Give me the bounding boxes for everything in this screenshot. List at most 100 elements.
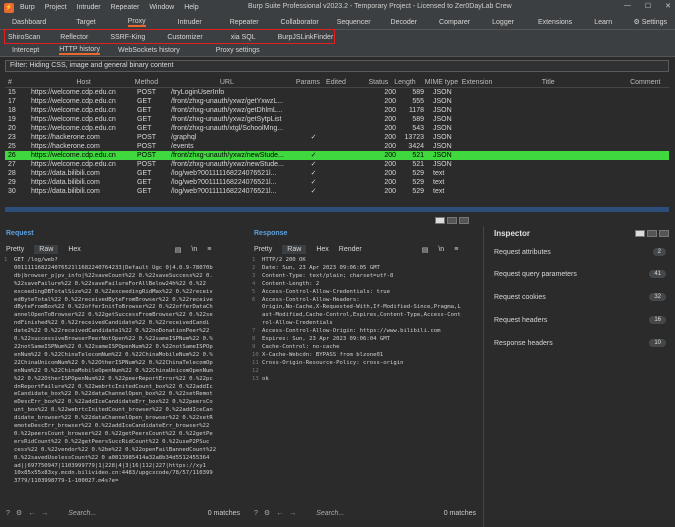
response-newline-toggle[interactable]: \n	[438, 246, 444, 253]
col-comment[interactable]: Comment	[600, 77, 669, 87]
col-host[interactable]: Host	[30, 77, 134, 87]
tab-logger[interactable]: Logger	[492, 19, 514, 26]
table-row[interactable]: 26 https://welcome.cdp.edu.cn POST/front/z…	[5, 151, 669, 160]
request-line-text: dByteFromBox%22 0.%22offerInitToBrowser%…	[14, 304, 213, 311]
table-scrollbar[interactable]	[5, 207, 669, 212]
settings-icon[interactable]: ⚙	[16, 509, 22, 517]
table-row[interactable]: 30 https://data.bilibili.com GET/log/web?0…	[5, 187, 669, 196]
response-menu-icon[interactable]: ▤	[422, 246, 429, 254]
tab-intruder[interactable]: Intruder	[178, 19, 202, 26]
tab-http-history[interactable]: HTTP history	[59, 46, 100, 55]
tab-ssrf-king[interactable]: SSRF-King	[110, 34, 145, 41]
table-cell: /front/zhxg-unauth/yxwz/getDhlmL...	[171, 107, 283, 114]
tab-learn[interactable]: Learn	[594, 19, 612, 26]
col-status[interactable]: Status	[358, 77, 393, 87]
tab-request-hex[interactable]: Hex	[68, 246, 80, 253]
help-icon[interactable]: ?	[254, 510, 258, 517]
tab-burpjslinkfinder[interactable]: BurpJSLinkFinder	[278, 34, 334, 41]
tab-extensions[interactable]: Extensions	[538, 19, 572, 26]
menu-window[interactable]: Window	[149, 4, 174, 11]
response-line: Origin,No-Cache,X-Requested-With,If-Modi…	[252, 304, 480, 312]
tab-dashboard[interactable]: Dashboard	[12, 19, 46, 26]
help-icon[interactable]: ?	[6, 510, 10, 517]
request-search-input[interactable]: Search...	[68, 510, 96, 517]
back-icon[interactable]: ←	[28, 510, 35, 517]
col-mime[interactable]: MIME type	[419, 77, 462, 87]
tab-response-hex[interactable]: Hex	[316, 246, 328, 253]
tab-request-pretty[interactable]: Pretty	[6, 246, 24, 253]
request-menu-icon[interactable]: ▤	[175, 246, 182, 254]
col-params[interactable]: Params	[296, 77, 320, 87]
request-newline-toggle[interactable]: \n	[191, 246, 197, 253]
table-row[interactable]: 29 https://data.bilibili.com GET/log/web?0…	[5, 178, 669, 187]
layout-toggle[interactable]	[435, 217, 469, 224]
inspector-row-label: Request cookies	[494, 293, 546, 301]
tab-proxy-settings[interactable]: Proxy settings	[216, 47, 260, 54]
menu-intruder[interactable]: Intruder	[77, 4, 101, 11]
table-row[interactable]: 17 https://welcome.cdp.edu.cn GET/front/zh…	[5, 97, 669, 106]
tab-decoder[interactable]: Decoder	[391, 19, 417, 26]
table-cell: 200	[384, 89, 396, 96]
table-row[interactable]: 25 https://hackerone.com POST/events 200 342…	[5, 142, 669, 151]
inspector-request-cookies[interactable]: Request cookies 32	[494, 293, 666, 301]
tab-websockets-history[interactable]: WebSockets history	[118, 47, 180, 54]
tab-proxy[interactable]: Proxy	[127, 18, 146, 27]
tab-target[interactable]: Target	[76, 19, 95, 26]
menu-repeater[interactable]: Repeater	[111, 4, 140, 11]
tab-customizer[interactable]: Customizer	[167, 34, 202, 41]
tab-request-raw[interactable]: Raw	[34, 245, 59, 254]
request-line: edByteTotal%22 0.%22receivedByteFromBrow…	[4, 297, 244, 305]
menu-project[interactable]: Project	[45, 4, 67, 11]
inspector-request-attributes[interactable]: Request attributes 2	[494, 248, 666, 256]
response-search-input[interactable]: Search...	[316, 510, 344, 517]
col-title[interactable]: Title	[532, 77, 600, 87]
tab-response-raw[interactable]: Raw	[282, 245, 307, 254]
tab-repeater[interactable]: Repeater	[230, 19, 259, 26]
table-row[interactable]: 23 https://hackerone.com POST/graphql ✓ 200 1…	[5, 133, 669, 142]
inspector-request-query-parameters[interactable]: Request query parameters 41	[494, 270, 666, 278]
tab-reflector[interactable]: Reflector	[60, 34, 88, 41]
col-edited[interactable]: Edited	[320, 77, 358, 87]
request-more-icon[interactable]: ≡	[207, 246, 211, 253]
tab-xia-sql[interactable]: xia SQL	[231, 34, 256, 41]
menu-burp[interactable]: Burp	[20, 4, 35, 11]
maximize-icon[interactable]: ☐	[645, 2, 651, 10]
tab-shiroscan[interactable]: ShiroScan	[8, 34, 40, 41]
col-method[interactable]: Method	[135, 77, 168, 87]
forward-icon[interactable]: →	[41, 510, 48, 517]
request-editor[interactable]: 1 GET /log/web? 001111168224076521l1682240…	[4, 257, 244, 501]
col-number[interactable]: #	[5, 77, 30, 87]
line-number: 3	[252, 272, 256, 279]
close-icon[interactable]: ✕	[665, 2, 671, 10]
tab-collaborator[interactable]: Collaborator	[281, 19, 319, 26]
response-line: 2 Date: Sun, 23 Apr 2023 09:06:05 GMT	[252, 265, 480, 273]
tab-comparer[interactable]: Comparer	[439, 19, 470, 26]
tab-response-pretty[interactable]: Pretty	[254, 246, 272, 253]
col-url[interactable]: URL	[168, 77, 296, 87]
table-row[interactable]: 27 https://welcome.cdp.edu.cn POST/front/z…	[5, 160, 669, 169]
inspector-controls[interactable]	[635, 230, 669, 237]
menu-help[interactable]: Help	[184, 4, 198, 11]
minimize-icon[interactable]: —	[624, 2, 631, 10]
filter-bar[interactable]: Filter: Hiding CSS, image and general bi…	[5, 60, 669, 72]
burp-logo-icon: ⚡	[4, 2, 14, 13]
table-row[interactable]: 28 https://data.bilibili.com GET/log/web?0…	[5, 169, 669, 178]
table-row[interactable]: 20 https://welcome.cdp.edu.cn GET/front/zh…	[5, 124, 669, 133]
forward-icon[interactable]: →	[289, 510, 296, 517]
col-extension[interactable]: Extension	[462, 77, 532, 87]
table-row[interactable]: 19 https://welcome.cdp.edu.cn GET/front/zh…	[5, 115, 669, 124]
table-row[interactable]: 18 https://welcome.cdp.edu.cn GET/front/zh…	[5, 106, 669, 115]
tab-response-render[interactable]: Render	[339, 246, 362, 253]
table-cell: 17	[8, 98, 16, 105]
settings-button[interactable]: ⚙ Settings	[621, 18, 667, 26]
inspector-response-headers[interactable]: Response headers 10	[494, 339, 666, 347]
back-icon[interactable]: ←	[276, 510, 283, 517]
response-more-icon[interactable]: ≡	[454, 246, 458, 253]
settings-icon[interactable]: ⚙	[264, 509, 270, 517]
tab-sequencer[interactable]: Sequencer	[337, 19, 371, 26]
tab-intercept[interactable]: Intercept	[12, 47, 39, 54]
col-length[interactable]: Length	[393, 77, 418, 87]
table-row[interactable]: 15 https://welcome.cdp.edu.cn POST/tryLogi…	[5, 88, 669, 97]
response-editor[interactable]: 1 HTTP/2 200 OK 2 Date: Sun, 23 Apr 2023 09…	[252, 257, 480, 501]
inspector-request-headers[interactable]: Request headers 16	[494, 316, 666, 324]
